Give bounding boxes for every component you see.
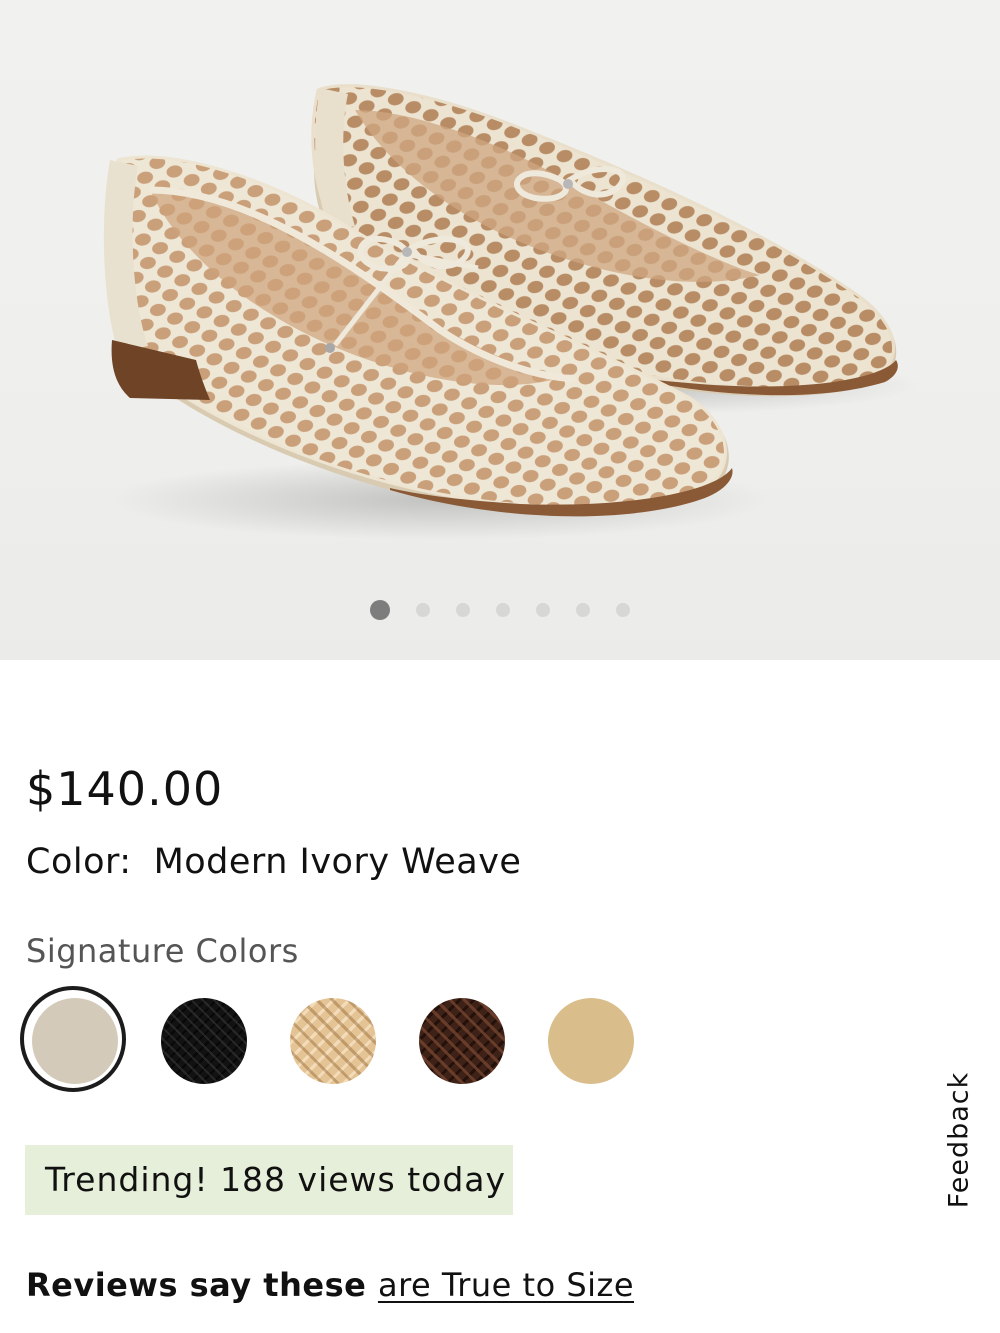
- carousel-dot-5[interactable]: [536, 603, 550, 617]
- feedback-label: Feedback: [943, 1071, 975, 1209]
- feedback-tab[interactable]: Feedback: [924, 1055, 994, 1225]
- carousel-dot-6[interactable]: [576, 603, 590, 617]
- selected-color: Color: Modern Ivory Weave: [26, 842, 521, 882]
- carousel-dot-1[interactable]: [370, 600, 390, 620]
- carousel-pagination: [0, 600, 1000, 620]
- color-swatch-tan[interactable]: [548, 998, 634, 1084]
- carousel-dot-3[interactable]: [456, 603, 470, 617]
- trending-badge: Trending! 188 views today: [25, 1145, 513, 1215]
- carousel-dot-2[interactable]: [416, 603, 430, 617]
- carousel-dot-7[interactable]: [616, 603, 630, 617]
- color-swatch-black[interactable]: [161, 998, 247, 1084]
- carousel-dot-4[interactable]: [496, 603, 510, 617]
- reviews-prefix: Reviews say these: [26, 1266, 367, 1304]
- color-swatch-modern-ivory-weave[interactable]: [32, 998, 118, 1084]
- product-image-carousel[interactable]: [0, 0, 1000, 660]
- product-image: [103, 84, 920, 540]
- color-label: Color:: [26, 842, 132, 882]
- reviews-fit-summary: Reviews say these are True to Size: [26, 1266, 634, 1304]
- product-price: $140.00: [26, 762, 224, 816]
- color-swatch-brown-weave[interactable]: [419, 998, 505, 1084]
- color-value: Modern Ivory Weave: [153, 842, 522, 882]
- true-to-size-link[interactable]: are True to Size: [378, 1266, 634, 1304]
- color-swatch-natural-weave[interactable]: [290, 998, 376, 1084]
- signature-colors-heading: Signature Colors: [26, 932, 299, 970]
